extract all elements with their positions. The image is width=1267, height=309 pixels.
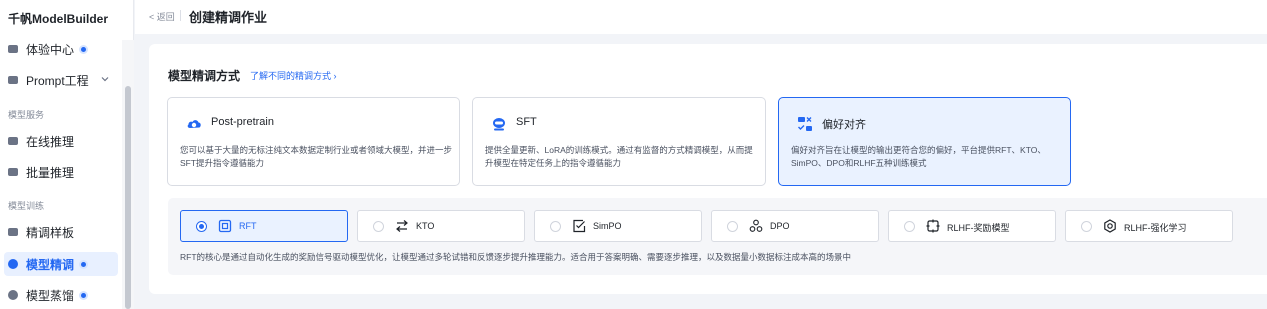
dpo-icon bbox=[749, 219, 763, 232]
back-button[interactable]: < 返回 bbox=[149, 10, 175, 23]
sidebar-item-label: 模型精调 bbox=[26, 257, 75, 272]
template-icon bbox=[8, 228, 18, 236]
section-label-model-training: 模型训练 bbox=[8, 201, 45, 211]
sidebar-item-experience-center[interactable]: 体验中心 bbox=[4, 37, 118, 61]
radio-button[interactable] bbox=[373, 221, 384, 232]
section-label-model-service: 模型服务 bbox=[8, 110, 45, 120]
method-name: SFT bbox=[516, 116, 537, 128]
algo-name: KTO bbox=[416, 221, 435, 231]
method-desc: 您可以基于大量的无标注纯文本数据定制行业或者领域大模型，并进一步SFT提升指令遵… bbox=[180, 145, 453, 168]
algo-name: RLHF-强化学习 bbox=[1124, 223, 1187, 233]
page-header: < 返回 创建精调作业 bbox=[135, 0, 1267, 34]
cloud-icon bbox=[187, 120, 201, 128]
sidebar-item-online-inference[interactable]: 在线推理 bbox=[4, 129, 118, 153]
sidebar-item-model-finetune[interactable]: 模型精调 bbox=[4, 252, 118, 276]
radio-button[interactable] bbox=[1081, 221, 1092, 232]
prompt-icon bbox=[8, 76, 18, 84]
robot-icon bbox=[493, 118, 505, 131]
algo-option-simpo[interactable]: SimPO bbox=[534, 210, 702, 242]
header-divider bbox=[180, 10, 181, 21]
algo-option-kto[interactable]: KTO bbox=[357, 210, 525, 242]
sidebar-item-label: 精调样板 bbox=[26, 225, 75, 240]
algo-name: SimPO bbox=[593, 221, 622, 231]
simpo-icon bbox=[573, 219, 586, 233]
method-card-preference-alignment[interactable]: 偏好对齐 偏好对齐旨在让模型的输出更符合您的偏好，平台提供RFT、KTO、Sim… bbox=[778, 97, 1071, 186]
kto-icon bbox=[396, 220, 408, 232]
distill-icon bbox=[8, 290, 18, 300]
brand-title: 千帆ModelBuilder bbox=[8, 12, 109, 26]
algorithm-description: RFT的核心是通过自动化生成的奖励信号驱动模型优化，让模型通过多轮试错和反馈逐步… bbox=[180, 252, 852, 262]
sidebar-item-finetune-template[interactable]: 精调样板 bbox=[4, 220, 118, 244]
algo-name: DPO bbox=[770, 221, 790, 231]
learn-methods-link[interactable]: 了解不同的精调方式 › bbox=[250, 69, 337, 82]
align-icon bbox=[798, 117, 812, 131]
chevron-down-icon[interactable] bbox=[100, 74, 110, 84]
algo-option-dpo[interactable]: DPO bbox=[711, 210, 879, 242]
sidebar-item-label: 模型蒸馏 bbox=[26, 288, 75, 303]
sidebar-scrollbar-thumb[interactable] bbox=[125, 86, 131, 309]
algo-option-rlhf-reward-model[interactable]: RLHF-奖励模型 bbox=[888, 210, 1056, 242]
method-card-post-pretrain[interactable]: Post-pretrain 您可以基于大量的无标注纯文本数据定制行业或者领域大模… bbox=[167, 97, 460, 186]
experience-icon bbox=[8, 45, 18, 53]
rft-icon bbox=[218, 219, 232, 233]
method-desc: 偏好对齐旨在让模型的输出更符合您的偏好，平台提供RFT、KTO、SimPO、DP… bbox=[791, 145, 1046, 168]
sidebar-item-model-distill[interactable]: 模型蒸馏 bbox=[4, 283, 118, 307]
algo-name: RLHF-奖励模型 bbox=[947, 223, 1010, 233]
algo-option-rft[interactable]: RFT bbox=[180, 210, 348, 242]
radio-button[interactable] bbox=[196, 221, 207, 232]
radio-button[interactable] bbox=[550, 221, 561, 232]
new-dot-icon bbox=[81, 261, 87, 267]
finetune-icon bbox=[8, 259, 18, 269]
sidebar-item-label: 体验中心 bbox=[26, 42, 75, 57]
sidebar-item-batch-inference[interactable]: 批量推理 bbox=[4, 160, 118, 184]
radio-button[interactable] bbox=[727, 221, 738, 232]
method-desc: 提供全量更新、LoRA的训练模式。通过有监督的方式精调模型，从而提升模型在特定任… bbox=[485, 145, 753, 168]
algo-option-rlhf-reinforcement[interactable]: RLHF-强化学习 bbox=[1065, 210, 1233, 242]
method-name: Post-pretrain bbox=[211, 116, 274, 128]
method-name: 偏好对齐 bbox=[822, 119, 866, 131]
reinforcement-icon bbox=[1104, 219, 1116, 233]
sidebar-item-label: 在线推理 bbox=[26, 134, 75, 149]
batch-inference-icon bbox=[8, 168, 18, 176]
new-dot-icon bbox=[81, 46, 87, 52]
page-title: 创建精调作业 bbox=[189, 10, 268, 25]
online-inference-icon bbox=[8, 137, 18, 145]
method-card-sft[interactable]: SFT 提供全量更新、LoRA的训练模式。通过有监督的方式精调模型，从而提升模型… bbox=[472, 97, 766, 186]
radio-button[interactable] bbox=[904, 221, 915, 232]
sidebar-item-label: Prompt工程 bbox=[26, 73, 89, 88]
sidebar-item-prompt[interactable]: Prompt工程 bbox=[4, 68, 118, 92]
algo-name: RFT bbox=[239, 221, 257, 231]
reward-model-icon bbox=[926, 219, 940, 233]
section-title: 模型精调方式 bbox=[168, 69, 241, 83]
sidebar: 千帆ModelBuilder 体验中心 Prompt工程 模型服务 在线推理 批… bbox=[0, 0, 134, 309]
sidebar-item-label: 批量推理 bbox=[26, 165, 75, 180]
new-dot-icon bbox=[81, 292, 87, 298]
